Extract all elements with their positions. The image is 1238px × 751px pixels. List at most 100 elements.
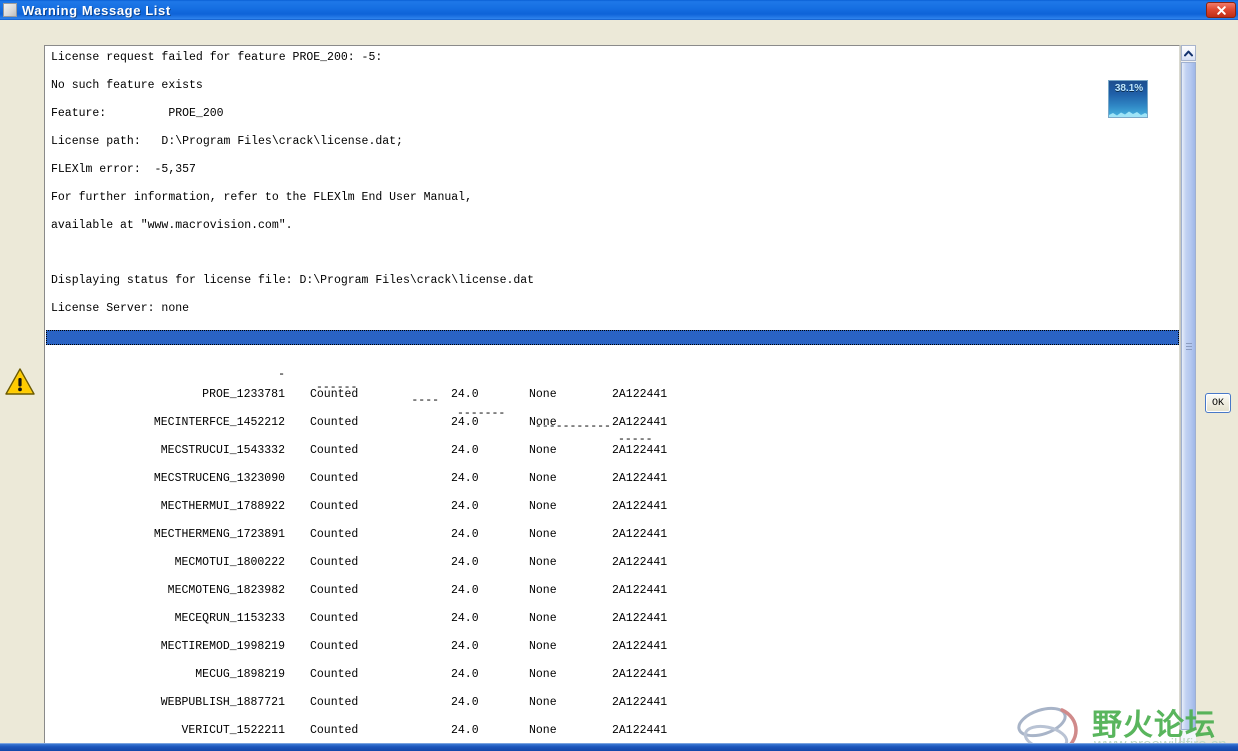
message-line: License request failed for feature PROE_… [51, 51, 383, 64]
dialog-body: License request failed for feature PROE_… [0, 20, 1238, 751]
header-in-use: In Use [312, 358, 354, 371]
message-line: No such feature exists [51, 79, 203, 92]
cell-license: MECTHERMUI_1788922 [160, 500, 285, 513]
cell-in-use: Counted [310, 724, 359, 737]
message-list-panel[interactable]: License request failed for feature PROE_… [44, 45, 1180, 751]
cell-license: MECMOTENG_1823982 [167, 584, 285, 597]
cell-license: VERICUT_1522211 [181, 724, 285, 737]
cell-version: 24.0 [451, 500, 479, 513]
cell-scn: 2A122441 [612, 584, 668, 597]
table-header-row[interactable]: License In Use Free Version Expire Date … [46, 330, 1179, 423]
header-free: Free [407, 371, 435, 384]
cell-scn: 2A122441 [612, 556, 668, 569]
cell-in-use: Counted [310, 528, 359, 541]
message-line: License path: D:\Program Files\crack\lic… [51, 135, 403, 148]
cell-version: 24.0 [451, 472, 479, 485]
close-button[interactable] [1206, 2, 1236, 18]
system-meter-widget[interactable]: 38.1% [1108, 80, 1148, 118]
chevron-up-icon [1184, 50, 1193, 56]
cell-expire-date: None [529, 388, 557, 401]
cell-version: 24.0 [451, 640, 479, 653]
cell-in-use: Counted [310, 444, 359, 457]
message-line: For further information, refer to the FL… [51, 191, 472, 204]
cell-in-use: Counted [310, 416, 359, 429]
table-separator-row: - ------ ---- ------- ----------- ----- [51, 355, 652, 459]
cell-expire-date: None [529, 472, 557, 485]
cell-license: MECTHERMENG_1723891 [153, 528, 285, 541]
cell-expire-date: None [529, 668, 557, 681]
cell-expire-date: None [529, 612, 557, 625]
dash-free: ---- [411, 394, 439, 407]
window-title: Warning Message List [22, 2, 171, 18]
cell-license: MECINTERFCE_1452212 [153, 416, 285, 429]
cell-license: MECEQRUN_1153233 [174, 612, 285, 625]
cell-scn: 2A122441 [612, 668, 668, 681]
cell-version: 24.0 [451, 416, 479, 429]
cell-in-use: Counted [310, 388, 359, 401]
cell-expire-date: None [529, 640, 557, 653]
cell-version: 24.0 [451, 556, 479, 569]
cell-version: 24.0 [451, 612, 479, 625]
cell-expire-date: None [529, 500, 557, 513]
cell-license: PROE_1233781 [202, 388, 285, 401]
cell-license: WEBPUBLISH_1887721 [160, 696, 285, 709]
cell-version: 24.0 [451, 444, 479, 457]
cell-license: MECSTRUCUI_1543332 [160, 444, 285, 457]
cell-expire-date: None [529, 696, 557, 709]
cell-scn: 2A122441 [612, 500, 668, 513]
cell-in-use: Counted [310, 500, 359, 513]
cell-scn: 2A122441 [612, 416, 668, 429]
cell-expire-date: None [529, 444, 557, 457]
cell-expire-date: None [529, 528, 557, 541]
cell-version: 24.0 [451, 724, 479, 737]
scroll-up-button[interactable] [1181, 45, 1196, 61]
cell-license: MECTIREMOD_1998219 [160, 640, 285, 653]
cell-scn: 2A122441 [612, 528, 668, 541]
cell-license: MECUG_1898219 [195, 668, 285, 681]
taskbar [0, 743, 1238, 751]
cell-version: 24.0 [451, 668, 479, 681]
dash-license: - [278, 368, 285, 381]
cell-version: 24.0 [451, 696, 479, 709]
message-line: FLEXlm error: -5,357 [51, 163, 196, 176]
cell-scn: 2A122441 [612, 724, 668, 737]
window-icon [3, 3, 17, 17]
cell-version: 24.0 [451, 528, 479, 541]
cell-in-use: Counted [310, 668, 359, 681]
titlebar: Warning Message List [0, 0, 1238, 20]
meter-wave-icon [1109, 111, 1147, 117]
cell-expire-date: None [529, 724, 557, 737]
message-line: License Server: none [51, 302, 190, 315]
header-license: License [238, 345, 287, 358]
cell-scn: 2A122441 [612, 640, 668, 653]
scrollbar-track[interactable] [1181, 62, 1196, 743]
ok-button[interactable]: OK [1205, 393, 1231, 413]
cell-in-use: Counted [310, 640, 359, 653]
cell-in-use: Counted [310, 696, 359, 709]
message-line: Displaying status for license file: D:\P… [51, 274, 535, 287]
cell-in-use: Counted [310, 556, 359, 569]
cell-expire-date: None [529, 556, 557, 569]
cell-scn: 2A122441 [612, 388, 668, 401]
cell-in-use: Counted [310, 472, 359, 485]
message-line: Feature: PROE_200 [51, 107, 224, 120]
message-line: available at "www.macrovision.com". [51, 219, 293, 232]
meter-value-label: 38.1% [1114, 83, 1144, 94]
cell-version: 24.0 [451, 388, 479, 401]
cell-license: MECMOTUI_1800222 [174, 556, 285, 569]
cell-expire-date: None [529, 584, 557, 597]
cell-scn: 2A122441 [612, 612, 668, 625]
warning-triangle-icon [5, 367, 35, 397]
cell-expire-date: None [529, 416, 557, 429]
cell-in-use: Counted [310, 612, 359, 625]
scrollbar-thumb[interactable] [1181, 62, 1196, 730]
app-window: Warning Message List License request fai… [0, 0, 1238, 751]
cell-in-use: Counted [310, 584, 359, 597]
cell-scn: 2A122441 [612, 444, 668, 457]
close-icon [1216, 5, 1226, 15]
scrollbar-grip-icon [1186, 343, 1192, 353]
cell-version: 24.0 [451, 584, 479, 597]
cell-license: MECSTRUCENG_1323090 [153, 472, 285, 485]
vertical-scrollbar[interactable] [1180, 45, 1196, 751]
cell-scn: 2A122441 [612, 696, 668, 709]
